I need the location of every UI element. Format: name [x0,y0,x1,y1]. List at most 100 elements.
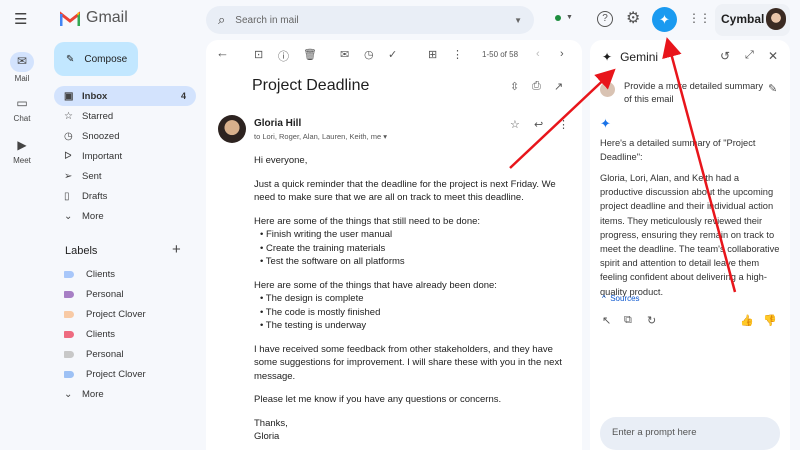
list-item: The code is mostly finished [260,306,574,320]
sidebar-item-starred[interactable]: ☆ Starred [54,106,196,126]
copy-icon[interactable]: ⧉ [624,314,632,327]
folder-label: Sent [82,170,102,182]
more-options-icon[interactable]: ⋮ [558,118,569,131]
done-list: The design is completeThe code is mostly… [254,292,574,333]
paragraph: Here are some of the things that still n… [254,215,481,227]
status-selector[interactable]: ▼ [555,14,573,21]
add-label-icon[interactable]: + [172,241,181,258]
print-icon[interactable]: ⎙ [532,80,541,93]
rail-label: Chat [13,114,31,123]
search-icon: ⌕ [218,12,226,27]
prompt-input[interactable]: Enter a prompt here [600,417,780,450]
label-name: Personal [86,288,124,300]
sidebar-item-inbox[interactable]: ▣ Inbox 4 [54,86,196,106]
list-item: The design is complete [260,292,574,306]
sidebar-item-sent[interactable]: ➢ Sent [54,166,196,186]
rail-chat[interactable]: ▭ Chat [0,94,44,123]
report-spam-icon[interactable]: ⓘ [278,48,289,64]
search-bar[interactable]: ⌕ Search in mail ▼ [206,6,534,34]
gmail-logo[interactable]: Gmail [60,9,128,27]
refresh-icon[interactable]: ↻ [647,314,656,327]
back-arrow-icon[interactable]: ← [216,45,229,60]
sidebar-item-important[interactable]: ᐅ Important [54,146,196,166]
list-item: Finish writing the user manual [260,228,574,242]
label-name: Personal [86,348,124,360]
gemini-button[interactable]: ✦ [652,7,677,32]
history-icon[interactable]: ↺ [720,49,730,63]
insert-icon[interactable]: ↖ [602,314,611,327]
reply-icon[interactable]: ↩ [534,118,543,131]
open-new-window-icon[interactable]: ↗ [554,80,563,93]
label-item[interactable]: Clients [54,324,196,344]
label-tag-icon [64,350,74,358]
labels-heading: Labels [65,245,98,257]
star-icon[interactable]: ☆ [510,118,520,131]
account-avatar[interactable] [766,8,786,30]
folder-label: Important [82,150,123,162]
more-options-icon[interactable]: ⋮ [452,48,463,61]
label-tag-icon [64,370,74,378]
brand-logo: Cymbal [721,12,765,26]
recipients[interactable]: to Lori, Roger, Alan, Lauren, Keith, me … [254,132,387,141]
email-body: Hi everyone, Just a quick reminder that … [254,154,574,444]
label-tag-icon [64,270,74,278]
send-icon: ➢ [64,170,73,182]
rail-label: Meet [13,156,31,165]
inbox-icon: ▣ [64,90,74,102]
label-item[interactable]: Project Clover [54,304,196,324]
sidebar-item-drafts[interactable]: ▯ Drafts [54,186,196,206]
list-item: The testing is underway [260,319,574,333]
compose-button[interactable]: ✎ Compose [54,42,138,76]
previous-page-icon[interactable]: ‹ [536,48,540,60]
important-icon: ᐅ [64,150,72,162]
expand-collapse-icon[interactable]: ⇳ [510,80,519,93]
sources-toggle[interactable]: ^ Sources [602,294,640,303]
sidebar-item-more[interactable]: ⌄ More [54,206,196,226]
thumbs-down-icon[interactable]: 👎 [763,314,777,327]
folder-label: Starred [82,110,114,122]
folder-label: More [82,210,104,222]
labels-more[interactable]: ⌄ More [54,384,196,404]
sidebar-item-snoozed[interactable]: ◷ Snoozed [54,126,196,146]
recipients-text: to Lori, Roger, Alan, Lauren, Keith, me [254,132,382,141]
help-icon[interactable]: ? [597,11,613,27]
star-icon: ☆ [64,110,73,122]
label-name: More [82,388,104,400]
delete-icon[interactable]: 🗑 [303,48,317,61]
chat-icon: ▭ [16,96,28,110]
gemini-response-icon: ✦ [600,116,611,131]
expand-icon[interactable]: ⤢ [745,49,754,62]
archive-icon[interactable]: ⊡ [254,48,263,61]
folder-label: Inbox [82,90,108,102]
settings-gear-icon[interactable]: ⚙ [626,8,640,28]
video-camera-icon: ▶ [17,138,27,152]
gemini-sparkle-icon: ✦ [659,12,670,27]
prompt-placeholder: Enter a prompt here [612,427,697,438]
response-intro: Here's a detailed summary of "Project De… [600,138,756,163]
folder-label: Drafts [82,190,108,202]
rail-meet[interactable]: ▶ Meet [0,136,44,165]
rail-mail[interactable]: ✉ Mail [0,52,44,83]
gmail-m-icon [60,10,80,26]
label-item[interactable]: Personal [54,344,196,364]
mark-unread-icon[interactable]: ✉ [340,48,349,61]
next-page-icon[interactable]: › [560,48,564,60]
response-summary: Gloria, Lori, Alan, and Keith had a prod… [600,173,780,297]
app-rail: ✉ Mail ▭ Chat ▶ Meet [0,0,44,450]
label-item[interactable]: Personal [54,284,196,304]
search-options-icon[interactable]: ▼ [514,16,522,25]
status-dot-icon [555,14,561,21]
thumbs-up-icon[interactable]: 👍 [740,314,754,327]
snooze-icon[interactable]: ◷ [364,48,374,61]
add-task-icon[interactable]: ✓ [388,48,397,61]
label-name: Project Clover [86,308,146,320]
label-item[interactable]: Project Clover [54,364,196,384]
search-input[interactable]: Search in mail [235,15,298,26]
chevron-down-icon: ▼ [566,14,573,21]
move-to-icon[interactable]: ⊞ [428,48,437,61]
edit-pencil-icon[interactable]: ✎ [768,82,777,95]
pencil-icon: ✎ [66,53,75,65]
label-item[interactable]: Clients [54,264,196,284]
close-icon[interactable]: ✕ [768,49,778,63]
mail-icon: ✉ [10,52,34,72]
